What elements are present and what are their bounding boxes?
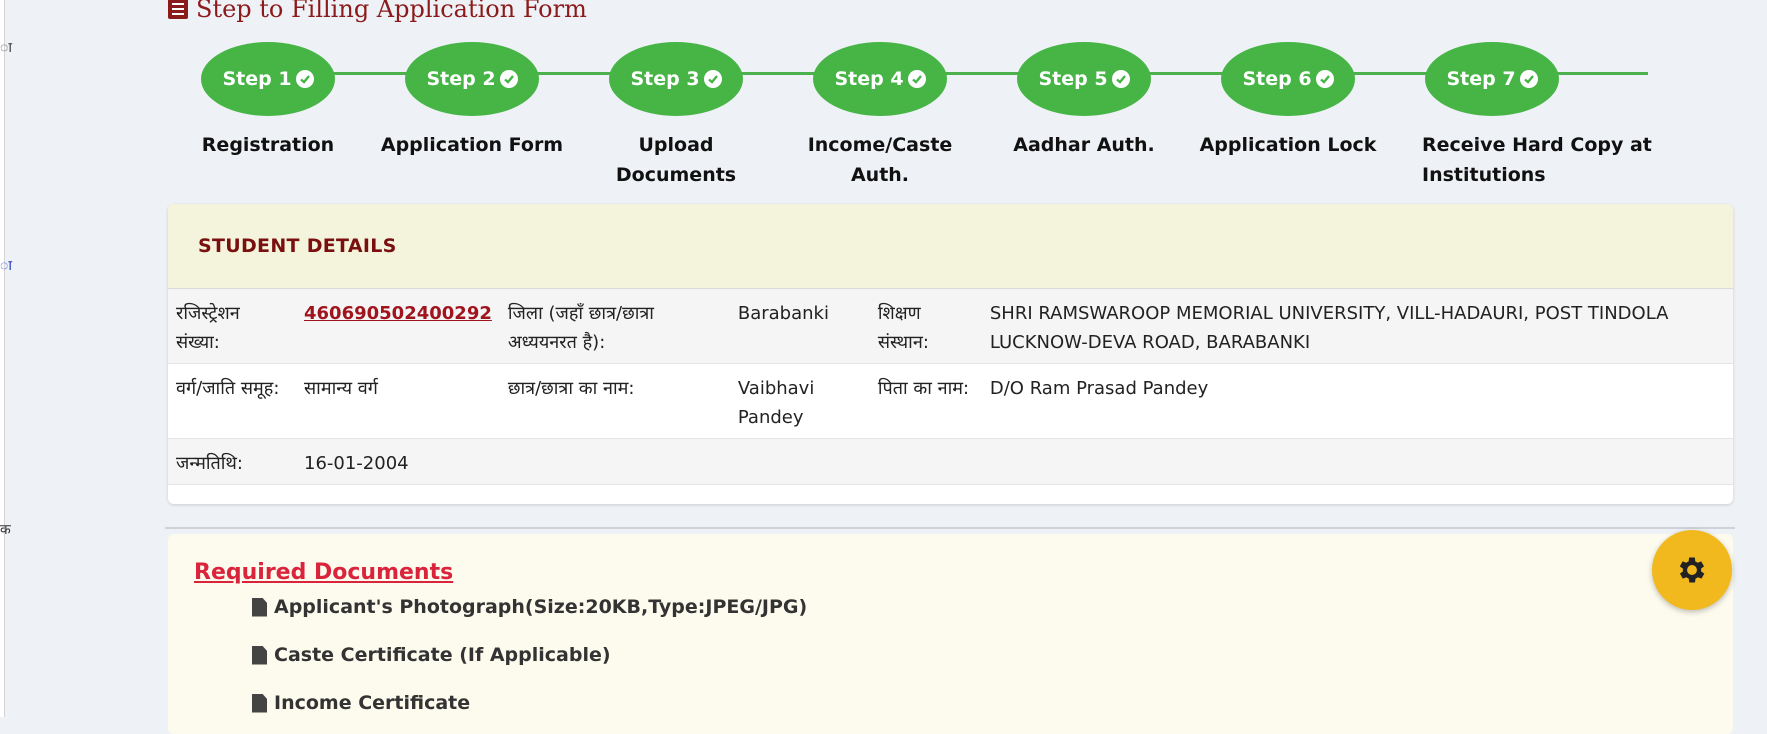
section-header: Step to Filling Application Form [168, 0, 587, 24]
step-pill-label: Step 6 [1242, 68, 1312, 90]
list-item: Income Certificate [252, 692, 470, 714]
table-row: वर्ग/जाति समूह: सामान्य वर्ग छात्र/छात्र… [168, 363, 1733, 439]
list-item: Caste Certificate (If Applicable) [252, 644, 611, 666]
step-5-pill[interactable]: Step 5 [1017, 42, 1151, 116]
file-icon [252, 597, 267, 617]
step-2-pill[interactable]: Step 2 [405, 42, 539, 116]
step-7-pill[interactable]: Step 7 [1425, 42, 1559, 116]
section-divider [165, 527, 1735, 529]
gear-icon [1679, 557, 1705, 583]
student-details-card: STUDENT DETAILS रजिस्ट्रेशन संख्या: 4606… [168, 204, 1733, 504]
file-icon [252, 693, 267, 713]
category-value: सामान्य वर्ग [304, 378, 378, 399]
father-label: पिता का नाम: [877, 378, 970, 399]
step-5: Step 5 Aadhar Auth. [984, 42, 1184, 160]
institution-label: शिक्षण संस्थान: [877, 303, 929, 353]
file-icon [252, 645, 267, 665]
step-7: Step 7 Receive Hard Copy at Institutions [1392, 42, 1652, 190]
step-pill-label: Step 5 [1038, 68, 1108, 90]
step-pill-label: Step 7 [1446, 68, 1516, 90]
left-rail: ा ा क [0, 0, 12, 717]
document-name: Caste Certificate (If Applicable) [274, 644, 611, 666]
step-6: Step 6 Application Lock [1188, 42, 1388, 160]
list-item: Applicant's Photograph(Size:20KB,Type:JP… [252, 596, 807, 618]
rail-glyph: ा [0, 40, 12, 56]
required-documents-heading: Required Documents [194, 560, 454, 585]
step-3: Step 3 Upload Documents [576, 42, 776, 190]
card-header: STUDENT DETAILS [168, 204, 1733, 289]
check-circle-icon [1519, 70, 1538, 88]
card-title: STUDENT DETAILS [198, 235, 397, 257]
document-name: Applicant's Photograph(Size:20KB,Type:JP… [274, 596, 808, 618]
check-circle-icon [295, 70, 314, 88]
institution-value: SHRI RAMSWAROOP MEMORIAL UNIVERSITY, VIL… [989, 303, 1669, 353]
page-title: Step to Filling Application Form [196, 0, 587, 23]
step-3-pill[interactable]: Step 3 [609, 42, 743, 116]
table-row: रजिस्ट्रेशन संख्या: 460690502400292 जिला… [168, 289, 1733, 364]
step-2: Step 2 Application Form [372, 42, 572, 160]
step-pill-label: Step 2 [426, 68, 496, 90]
rail-glyph: क [0, 522, 11, 538]
required-documents-panel: Required Documents Applicant's Photograp… [168, 534, 1733, 734]
dob-label: जन्मतिथि: [176, 453, 243, 474]
step-pill-label: Step 1 [222, 68, 292, 90]
check-circle-icon [1111, 70, 1130, 88]
step-label: Aadhar Auth. [1013, 134, 1155, 156]
registration-number-link[interactable]: 460690502400292 [304, 303, 492, 324]
check-circle-icon [907, 70, 926, 88]
step-4: Step 4 Income/Caste Auth. [780, 42, 980, 190]
name-label: छात्र/छात्रा का नाम: [507, 378, 635, 399]
step-label: Registration [201, 134, 335, 156]
check-circle-icon [1315, 70, 1334, 88]
step-4-pill[interactable]: Step 4 [813, 42, 947, 116]
step-label: Application Lock [1199, 134, 1377, 156]
category-label: वर्ग/जाति समूह: [176, 378, 280, 399]
district-label: जिला (जहाँ छात्र/छात्रा अध्ययनरत है): [507, 303, 654, 353]
father-value: D/O Ram Prasad Pandey [989, 378, 1209, 399]
step-label: Receive Hard Copy at Institutions [1422, 134, 1652, 186]
district-value: Barabanki [737, 303, 829, 324]
dob-value: 16-01-2004 [304, 453, 409, 474]
step-1: Step 1 Registration [168, 42, 368, 160]
check-circle-icon [703, 70, 722, 88]
name-value: Vaibhavi Pandey [737, 378, 815, 428]
step-pill-label: Step 3 [630, 68, 700, 90]
check-circle-icon [499, 70, 518, 88]
settings-button[interactable] [1652, 530, 1732, 610]
step-label: Upload Documents [615, 134, 737, 186]
document-name: Income Certificate [274, 692, 471, 714]
list-icon [168, 0, 188, 19]
step-1-pill[interactable]: Step 1 [201, 42, 335, 116]
student-details-table: रजिस्ट्रेशन संख्या: 460690502400292 जिला… [168, 289, 1733, 485]
progress-steps: Step 1 Registration Step 2 Application F… [168, 42, 1748, 192]
step-label: Income/Caste Auth. [807, 134, 953, 186]
step-6-pill[interactable]: Step 6 [1221, 42, 1355, 116]
step-label: Application Form [380, 134, 564, 156]
reg-label: रजिस्ट्रेशन संख्या: [176, 303, 240, 353]
table-row: जन्मतिथि: 16-01-2004 [168, 438, 1733, 485]
rail-glyph: ा [0, 258, 12, 274]
step-pill-label: Step 4 [834, 68, 904, 90]
